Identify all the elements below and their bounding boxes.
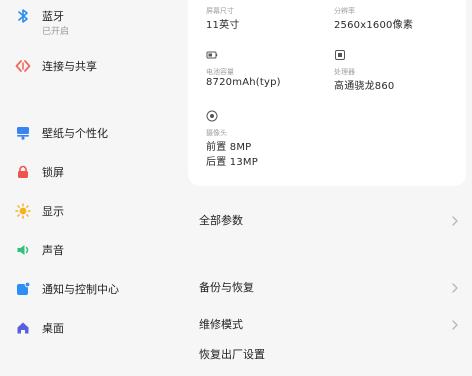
sidebar-item-lockscreen[interactable]: 锁屏 — [14, 158, 64, 186]
backup-restore-label: 备份与恢复 — [199, 281, 254, 294]
sidebar-item-label: 显示 — [42, 205, 64, 218]
sidebar-item-display[interactable]: 显示 — [14, 197, 64, 225]
speaker-icon — [14, 241, 32, 259]
sidebar-item-label: 通知与控制中心 — [42, 283, 119, 296]
sidebar-item-label: 蓝牙 — [42, 10, 64, 23]
backup-restore-row[interactable]: 备份与恢复 — [186, 271, 472, 303]
repair-mode-label: 维修模式 — [199, 318, 243, 331]
device-info-panel: 屏幕尺寸 11英寸 分辨率 2560x1600像素 电池容量 8720mAh(t… — [186, 0, 472, 361]
all-params-label: 全部参数 — [199, 214, 243, 227]
chevron-right-icon — [448, 280, 462, 294]
sidebar-item-sound[interactable]: 声音 — [14, 236, 64, 264]
factory-reset-row[interactable]: 恢复出厂设置 — [186, 344, 472, 376]
battery-icon — [206, 46, 218, 59]
camera-label: 摄像头 — [206, 129, 227, 137]
repair-mode-row[interactable]: 维修模式 — [186, 308, 472, 340]
screen-size-value: 11英寸 — [206, 20, 240, 31]
connection-sharing-icon — [14, 57, 32, 75]
factory-reset-label: 恢复出厂设置 — [199, 348, 265, 361]
notification-icon — [14, 280, 32, 298]
resolution-label: 分辨率 — [334, 7, 355, 15]
bluetooth-status: 已开启 — [42, 27, 70, 37]
sidebar-item-label: 连接与共享 — [42, 60, 97, 73]
battery-label: 电池容量 — [206, 68, 234, 76]
sidebar-item-wallpaper[interactable]: 壁纸与个性化 — [14, 119, 108, 147]
all-params-row[interactable]: 全部参数 — [186, 204, 472, 236]
lock-icon — [14, 163, 32, 181]
sidebar-item-connection-sharing[interactable]: 连接与共享 — [14, 52, 97, 80]
sidebar-item-notification-control-center[interactable]: 通知与控制中心 — [14, 275, 119, 303]
home-icon — [14, 319, 32, 337]
sidebar-item-label: 声音 — [42, 244, 64, 257]
camera-front-value: 前置 8MP — [206, 142, 252, 153]
chevron-right-icon — [448, 213, 462, 227]
device-specs-card: 屏幕尺寸 11英寸 分辨率 2560x1600像素 电池容量 8720mAh(t… — [188, 0, 466, 186]
bluetooth-icon — [14, 7, 32, 25]
resolution-value: 2560x1600像素 — [334, 20, 414, 31]
chevron-right-icon — [448, 317, 462, 331]
sidebar-item-label: 桌面 — [42, 322, 64, 335]
camera-icon — [206, 107, 218, 122]
processor-value: 高通骁龙860 — [334, 81, 395, 92]
processor-label: 处理器 — [334, 68, 355, 76]
battery-value: 8720mAh(typ) — [206, 77, 281, 88]
sidebar-item-home-screen[interactable]: 桌面 — [14, 314, 64, 342]
processor-icon — [334, 46, 346, 60]
camera-rear-value: 后置 13MP — [206, 157, 258, 168]
settings-sidebar: 蓝牙 已开启 连接与共享 壁纸与个性化 锁屏 显示 声音 通知与控制中心 桌面 — [0, 0, 180, 359]
sidebar-item-label: 壁纸与个性化 — [42, 127, 108, 140]
screen-size-label: 屏幕尺寸 — [206, 7, 234, 15]
sidebar-item-label: 锁屏 — [42, 166, 64, 179]
brightness-icon — [14, 202, 32, 220]
wallpaper-icon — [14, 124, 32, 142]
